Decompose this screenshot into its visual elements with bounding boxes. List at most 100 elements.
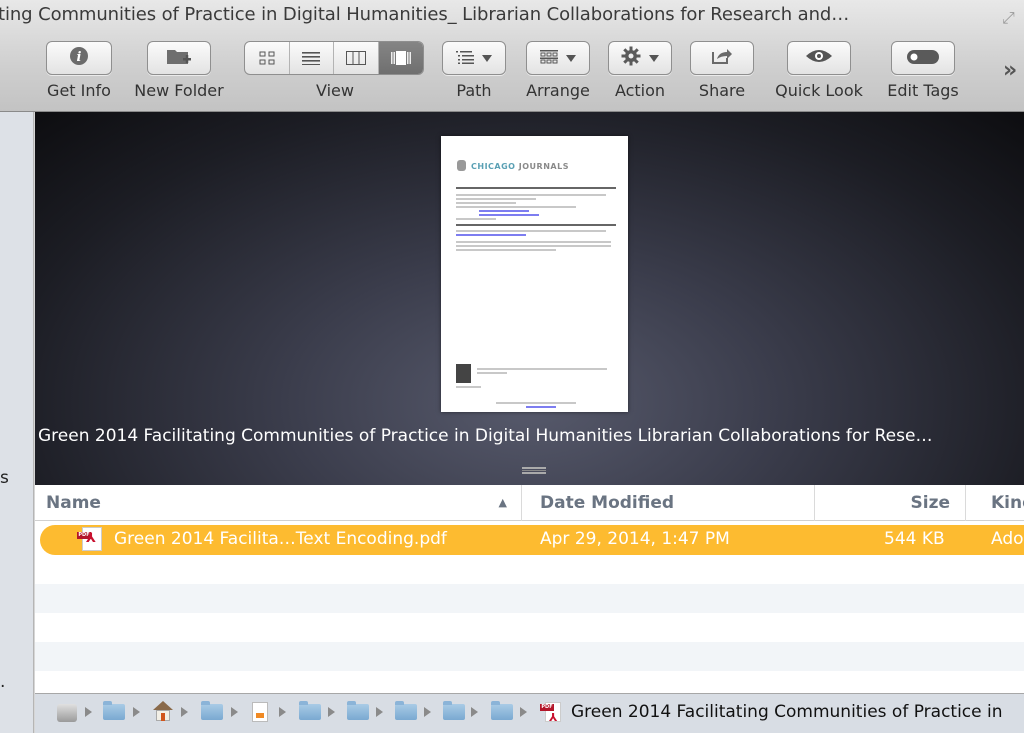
action-label: Action	[614, 81, 666, 100]
file-kind: Ado	[991, 529, 1024, 549]
quick-look-button[interactable]: Quick Look	[768, 41, 870, 100]
path-crumb-folder[interactable]	[443, 701, 465, 722]
folder-icon	[299, 701, 321, 720]
fullscreen-icon[interactable]: ⤢	[1002, 8, 1020, 27]
arrange-button[interactable]: Arrange	[522, 41, 594, 100]
list-header: Name ▲ Date Modified Size Kind	[35, 485, 1024, 521]
arrange-grid-icon	[540, 49, 558, 68]
journal-logo: CHICAGO JOURNALS	[471, 162, 569, 171]
svg-text:i: i	[77, 50, 82, 65]
edit-tags-button[interactable]: Edit Tags	[884, 41, 962, 100]
chevron-down-icon	[566, 54, 576, 62]
cover-flow-preview: CHICAGO JOURNALS Green 2014 Facilitating…	[35, 112, 1024, 485]
share-button[interactable]: Share	[690, 41, 754, 100]
view-control: View	[244, 41, 426, 100]
new-folder-icon	[166, 46, 192, 70]
path-crumb-hard-disk[interactable]	[57, 704, 77, 722]
action-button[interactable]: Action	[608, 41, 672, 100]
file-name: Green 2014 Facilita…Text Encoding.pdf	[114, 529, 447, 549]
quick-look-label: Quick Look	[775, 81, 863, 100]
journal-seal-icon	[457, 160, 466, 171]
folder-icon	[347, 701, 369, 720]
empty-row	[35, 613, 1024, 642]
path-separator-icon	[520, 707, 527, 717]
document-thumbnail[interactable]: CHICAGO JOURNALS	[441, 136, 628, 412]
list-view-icon	[302, 52, 321, 65]
empty-row	[35, 555, 1024, 584]
column-header-kind[interactable]: Kind	[966, 485, 1024, 521]
icon-view-button[interactable]	[245, 42, 290, 74]
path-separator-icon	[376, 707, 383, 717]
path-crumb-folder[interactable]	[395, 701, 417, 722]
sort-ascending-icon: ▲	[498, 496, 507, 509]
icon-view-icon	[259, 51, 275, 65]
info-icon: i	[69, 46, 89, 70]
cover-flow-view-button[interactable]	[378, 42, 423, 74]
arrange-label: Arrange	[526, 81, 590, 100]
user-folder-icon	[103, 701, 125, 720]
edit-tags-label: Edit Tags	[887, 81, 959, 100]
tag-toggle-icon	[907, 49, 939, 68]
empty-row	[35, 671, 1024, 693]
get-info-label: Get Info	[47, 81, 111, 100]
path-crumb-users[interactable]	[103, 701, 125, 722]
empty-row	[35, 642, 1024, 671]
path-crumb-folder[interactable]	[491, 701, 513, 722]
path-separator-icon	[279, 707, 286, 717]
column-view-button[interactable]	[334, 42, 379, 74]
toolbar-overflow-button[interactable]: »	[1003, 58, 1017, 83]
thumbnail-image	[456, 364, 471, 383]
path-crumb-documents[interactable]	[201, 701, 223, 722]
share-icon	[711, 47, 733, 69]
sidebar-item-fragment[interactable]: .	[0, 672, 5, 692]
path-menu-icon	[456, 49, 474, 68]
sidebar-item-fragment[interactable]: s	[0, 468, 9, 488]
path-separator-icon	[424, 707, 431, 717]
path-button[interactable]: Path	[441, 41, 507, 100]
path-crumb-home[interactable]	[153, 701, 173, 722]
column-header-name[interactable]: Name ▲	[35, 485, 522, 521]
list-view-button[interactable]	[290, 42, 334, 74]
path-bar: PDF ⅄ Green 2014 Facilitating Communities…	[35, 693, 1024, 733]
sidebar: s .	[0, 112, 34, 733]
new-folder-button[interactable]: New Folder	[130, 41, 228, 100]
get-info-button[interactable]: i Get Info	[44, 41, 114, 100]
path-separator-icon	[328, 707, 335, 717]
chevron-down-icon	[649, 54, 659, 62]
path-separator-icon	[133, 707, 140, 717]
pdf-icon: PDF ⅄	[77, 527, 102, 551]
path-separator-icon	[181, 707, 188, 717]
preview-title: Green 2014 Facilitating Communities of P…	[38, 426, 933, 446]
path-separator-icon	[471, 707, 478, 717]
document-icon	[252, 702, 268, 722]
chevron-down-icon	[482, 54, 492, 62]
window-toolbar: ting Communities of Practice in Digital …	[0, 0, 1024, 112]
folder-icon	[395, 701, 417, 720]
path-separator-icon	[85, 707, 92, 717]
view-label: View	[316, 81, 354, 100]
share-label: Share	[698, 81, 746, 100]
column-view-icon	[345, 51, 366, 65]
file-size: 544 KB	[884, 529, 945, 549]
splitter-handle[interactable]	[522, 467, 546, 474]
file-row-selected[interactable]: PDF ⅄ Green 2014 Facilita…Text Encoding.p…	[40, 525, 1024, 555]
path-separator-icon	[231, 707, 238, 717]
pdf-icon: PDF ⅄	[540, 702, 561, 724]
file-list: Name ▲ Date Modified Size Kind PDF⅄ Gree…	[35, 485, 1024, 693]
file-date-modified: Apr 29, 2014, 1:47 PM	[540, 529, 730, 549]
column-header-size[interactable]: Size	[815, 485, 966, 521]
gear-icon	[621, 46, 641, 70]
path-crumb-document[interactable]	[252, 702, 268, 722]
hard-disk-icon	[57, 704, 77, 722]
documents-folder-icon	[201, 701, 223, 720]
window-title: ting Communities of Practice in Digital …	[0, 4, 850, 25]
column-header-date-modified[interactable]: Date Modified	[522, 485, 815, 521]
path-crumb-folder[interactable]	[347, 701, 369, 722]
path-current-label[interactable]: Green 2014 Facilitating Communities of P…	[571, 702, 1021, 722]
empty-row	[35, 584, 1024, 613]
path-crumb-current-file[interactable]: PDF ⅄	[540, 702, 561, 724]
cover-flow-icon	[390, 51, 411, 65]
new-folder-label: New Folder	[134, 81, 224, 100]
path-crumb-folder[interactable]	[299, 701, 321, 722]
folder-icon	[491, 701, 513, 720]
